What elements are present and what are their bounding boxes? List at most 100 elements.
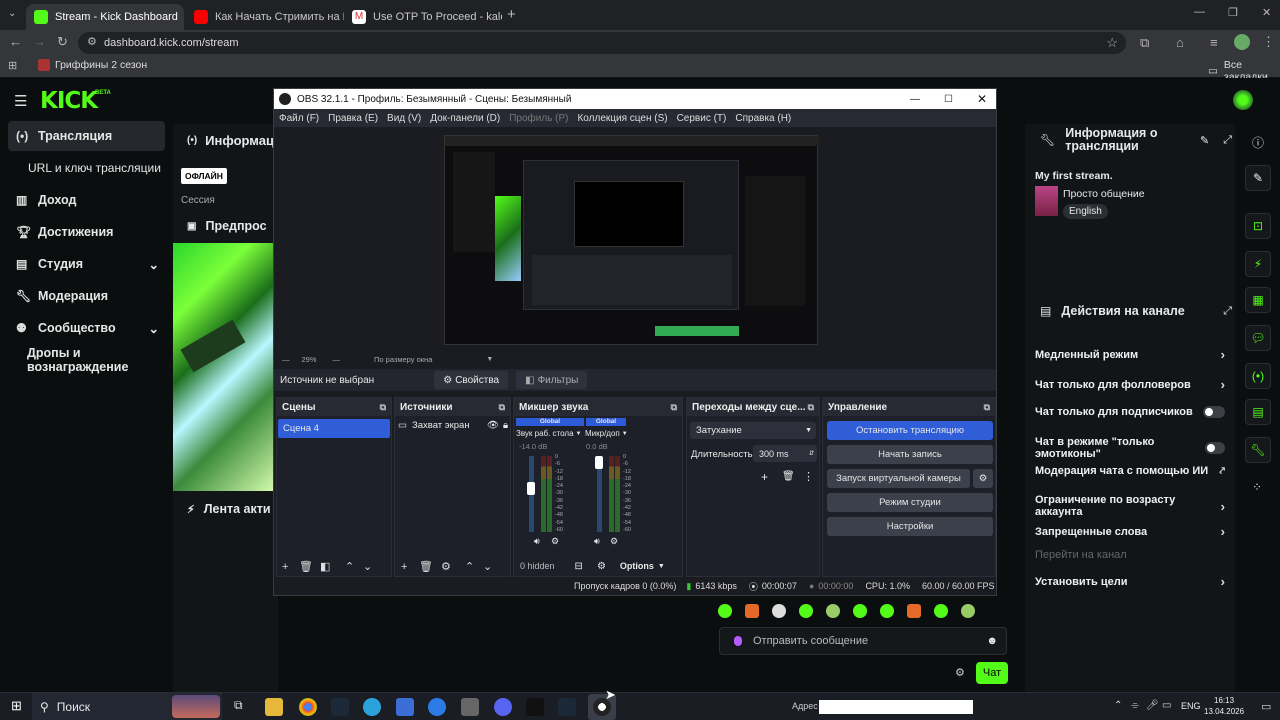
channel-settings-icon[interactable]: ⚙ — [610, 536, 618, 547]
channel-action-item[interactable]: Медленный режим › — [1035, 347, 1225, 362]
external-link-icon[interactable]: ⤤ — [1219, 466, 1225, 477]
language-indicator[interactable]: ENG — [1181, 701, 1201, 711]
options-button[interactable]: Options — [620, 561, 654, 571]
tray-app-icon[interactable]: ▭ — [1162, 700, 1171, 711]
move-down-icon[interactable]: ⌄ — [483, 560, 492, 573]
studio-mode-button[interactable]: Режим студии — [827, 493, 993, 512]
popout-icon[interactable]: ⤢ — [1223, 134, 1232, 147]
channel-action-item[interactable]: Установить цели › — [1035, 574, 1225, 589]
new-tab-icon[interactable]: + — [507, 6, 516, 23]
steam-icon[interactable] — [331, 698, 349, 716]
transition-select[interactable]: Затухание ▼ — [690, 422, 816, 439]
close-icon[interactable]: ✕ — [178, 10, 184, 24]
fit-dropdown-icon[interactable]: ▼ — [486, 356, 493, 363]
task-view-icon[interactable]: ⧉ — [234, 698, 243, 713]
channel-action-item[interactable]: Чат только для фолловеров › — [1035, 377, 1225, 392]
stop-streaming-button[interactable]: Остановить трансляцию — [827, 421, 993, 440]
move-up-icon[interactable]: ⌃ — [345, 560, 354, 573]
emoji-icon[interactable]: ☻ — [986, 635, 998, 647]
taskbar-search[interactable]: ⚲ Поиск — [32, 693, 222, 720]
profile-avatar[interactable] — [1234, 34, 1250, 50]
obs-menu-item[interactable]: Сервис (T) — [677, 113, 727, 124]
dock-float-icon[interactable]: ⧉ — [499, 402, 505, 413]
channel-mic[interactable]: Микр/доп ▼ — [585, 429, 628, 438]
dock-float-icon[interactable]: ⧉ — [808, 402, 814, 413]
fit-mode[interactable]: По размеру окна — [374, 355, 432, 364]
trash-icon[interactable]: 🗑︎ — [299, 560, 313, 573]
gear-icon[interactable]: ⚙ — [441, 560, 451, 573]
chrome-icon[interactable] — [299, 698, 317, 716]
start-recording-button[interactable]: Начать запись — [827, 445, 993, 464]
bookmark-item[interactable]: Гриффины 2 сезон — [38, 59, 147, 71]
tab-youtube-guide[interactable]: Как Начать Стримить на Kick ✕ — [186, 4, 344, 30]
toggle-switch[interactable] — [1203, 406, 1225, 418]
bookmark-star-icon[interactable]: ☆ — [1106, 35, 1118, 51]
chevron-right-icon[interactable]: › — [1221, 524, 1225, 539]
filters-button[interactable]: ◧ Фильтры — [516, 371, 588, 389]
dock-float-icon[interactable]: ⧉ — [380, 402, 386, 413]
site-info-icon[interactable]: ⚙ — [87, 35, 97, 48]
chat-input[interactable]: Отправить сообщение ☻ — [719, 627, 1007, 655]
visibility-eye-icon[interactable]: 👁︎ — [487, 420, 499, 431]
channel-action-item[interactable]: Чат только для подписчиков — [1035, 406, 1225, 418]
emote-icon[interactable] — [934, 604, 948, 618]
dropdown-icon[interactable]: ▼ — [658, 563, 665, 570]
sidebar-item-url-key[interactable]: URL и ключ трансляции — [8, 153, 165, 183]
chevron-right-icon[interactable]: › — [1221, 347, 1225, 362]
emote-icon[interactable] — [772, 604, 786, 618]
sidebar-item-broadcast[interactable]: (•) Трансляция — [8, 121, 165, 151]
speaker-icon[interactable]: 🔊︎ — [594, 536, 600, 547]
steam-icon[interactable] — [558, 698, 576, 716]
extensions-icon[interactable]: ⧉ — [1140, 35, 1149, 51]
sidebar-item-achievements[interactable]: 🏆︎ Достижения — [8, 217, 165, 247]
edit-icon[interactable]: ✎ — [1200, 134, 1209, 147]
apps-icon[interactable]: ⊞ — [8, 59, 17, 72]
maximize-icon[interactable]: ☐ — [944, 94, 953, 105]
edit-tool-button[interactable]: ✎ — [1245, 165, 1271, 191]
zoom-out-icon[interactable]: — — [282, 355, 290, 364]
mic-tray-icon[interactable]: 🎤︎ — [1146, 700, 1159, 711]
vpn-app-icon[interactable] — [428, 698, 446, 716]
more-icon[interactable]: ⋮ — [803, 470, 814, 483]
source-item[interactable]: ▭ Захват экран 👁︎ 🔒︎ — [398, 420, 508, 431]
channel-action-item[interactable]: Ограничение по возрасту аккаунта › — [1035, 494, 1225, 518]
channel-action-item[interactable]: Модерация чата с помощью ИИ ⤤ — [1035, 465, 1225, 477]
lock-icon[interactable]: 🔒︎ — [503, 420, 508, 431]
volume-fader[interactable] — [527, 482, 535, 495]
discord-icon[interactable] — [494, 698, 512, 716]
dock-float-icon[interactable]: ⧉ — [671, 402, 677, 413]
network-icon[interactable]: ⌯ — [1131, 700, 1139, 711]
wrench-tool-button[interactable]: 🔧︎ — [1245, 437, 1271, 463]
broadcast-tool-button[interactable]: (•) — [1245, 363, 1271, 389]
tab-gmail-otp[interactable]: M Use OTP To Proceed - kaleyka0 ✕ — [344, 4, 502, 30]
chevron-right-icon[interactable]: › — [1221, 574, 1225, 589]
channel-action-item[interactable]: Запрещенные слова › — [1035, 524, 1225, 539]
info-icon[interactable]: ⓘ — [1252, 134, 1264, 151]
add-icon[interactable]: + — [761, 470, 768, 484]
emote-icon[interactable] — [799, 604, 813, 618]
virtual-camera-settings-button[interactable]: ⚙ — [973, 469, 993, 488]
app-icon[interactable] — [461, 698, 479, 716]
trash-icon[interactable]: 🗑︎ — [419, 560, 433, 573]
sidebar-item-drops[interactable]: Дропы и вознаграждение — [8, 345, 178, 375]
chat-send-button[interactable]: Чат — [976, 662, 1008, 684]
hamburger-menu-icon[interactable]: ☰ — [14, 92, 27, 110]
volume-fader[interactable] — [595, 456, 603, 469]
obs-menu-item[interactable]: Вид (V) — [387, 113, 421, 124]
spinner-icon[interactable]: ⇵ — [809, 450, 814, 457]
maximize-icon[interactable]: ❐ — [1228, 6, 1238, 19]
obs-menu-item[interactable]: Правка (E) — [328, 113, 378, 124]
obs-menu-item[interactable]: Коллекция сцен (S) — [577, 113, 667, 124]
reload-icon[interactable]: ↻ — [57, 34, 68, 50]
emote-icon[interactable] — [880, 604, 894, 618]
channel-action-item[interactable]: Чат в режиме "только эмотиконы" — [1035, 436, 1225, 460]
kick-logo[interactable]: KICK — [40, 88, 98, 114]
tiktok-icon[interactable] — [526, 698, 544, 716]
address-toolbar-input[interactable] — [819, 700, 973, 714]
sidebar-item-income[interactable]: ▥ Доход — [8, 185, 165, 215]
close-icon[interactable]: ✕ — [977, 92, 987, 106]
toggle-switch[interactable] — [1205, 442, 1225, 454]
obs-menu-item[interactable]: Справка (H) — [735, 113, 791, 124]
settings-button[interactable]: Настройки — [827, 517, 993, 536]
channel-desktop-audio[interactable]: Звук раб. стола ▼ — [516, 429, 581, 438]
